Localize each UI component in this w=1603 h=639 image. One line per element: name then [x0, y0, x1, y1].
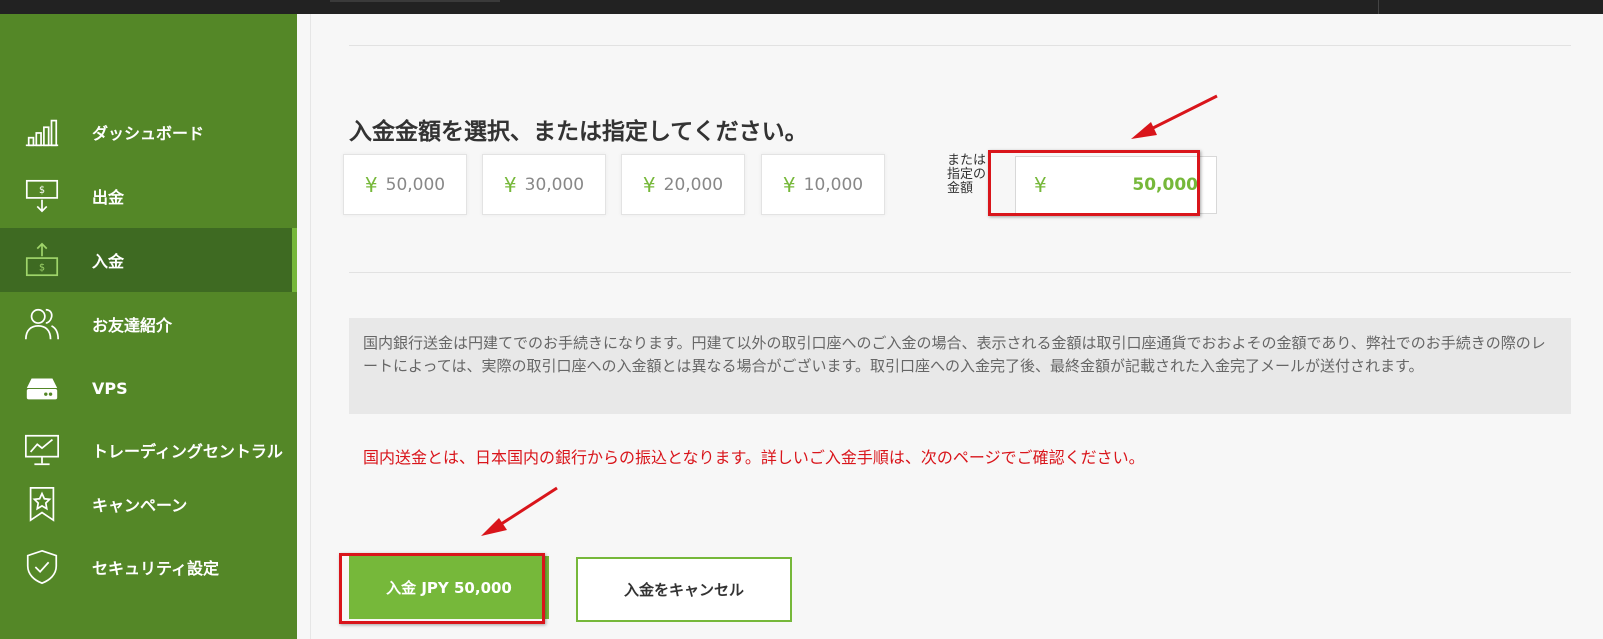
custom-amount-input[interactable]: [1046, 175, 1198, 195]
preset-amount-value: 50,000: [385, 174, 446, 195]
sidebar-item-label: キャンペーン: [92, 496, 188, 515]
svg-text:$: $: [39, 262, 45, 273]
sidebar-item-withdraw[interactable]: $ 出金: [0, 164, 297, 228]
preset-amount-50000[interactable]: ¥ 50,000: [343, 154, 467, 215]
shield-check-icon: [22, 547, 62, 587]
users-icon: [22, 304, 62, 344]
top-bar: [0, 0, 1603, 14]
deposit-panel: 入金金額を選択、または指定してください。 ¥ 50,000 ¥ 30,000 ¥…: [297, 14, 1603, 639]
domestic-transfer-note: 国内送金とは、日本国内の銀行からの振込となります。詳しいご入金手順は、次のページ…: [363, 448, 1145, 467]
deposit-icon: $: [22, 240, 62, 280]
sidebar-item-label: ダッシュボード: [92, 124, 205, 143]
sidebar-item-label: トレーディングセントラル: [92, 442, 283, 461]
server-icon: [22, 368, 62, 408]
yen-icon: ¥: [364, 172, 378, 197]
custom-amount-label: または指定の金額: [947, 153, 987, 196]
deposit-submit-button[interactable]: 入金 JPY 50,000: [349, 556, 549, 619]
monitor-chart-icon: [22, 430, 62, 470]
preset-amount-value: 10,000: [803, 174, 864, 195]
sidebar: ダッシュボード $ 出金 $ 入金 お友達紹介 VPS トレーディングセントラル…: [0, 14, 297, 639]
sidebar-item-label: 入金: [92, 252, 125, 271]
page-title: 入金金額を選択、または指定してください。: [349, 119, 808, 145]
annotation-arrow-icon: [481, 486, 558, 536]
sidebar-item-dashboard[interactable]: ダッシュボード: [0, 100, 297, 164]
yen-icon: ¥: [503, 172, 517, 197]
preset-amount-30000[interactable]: ¥ 30,000: [482, 154, 606, 215]
preset-amount-value: 20,000: [663, 174, 724, 195]
cancel-deposit-button[interactable]: 入金をキャンセル: [576, 557, 792, 622]
top-bar-divider: [1378, 0, 1379, 14]
yen-icon: ¥: [782, 172, 796, 197]
yen-icon: ¥: [642, 172, 656, 197]
sidebar-item-label: 出金: [92, 188, 125, 207]
sidebar-item-label: お友達紹介: [92, 316, 173, 335]
notice-box: 国内銀行送金は円建てでのお手続きになります。円建て以外の取引口座へのご入金の場合…: [349, 318, 1571, 414]
sidebar-item-campaign[interactable]: キャンペーン: [0, 472, 297, 536]
svg-text:$: $: [39, 185, 45, 196]
preset-amount-20000[interactable]: ¥ 20,000: [621, 154, 745, 215]
divider: [349, 272, 1571, 273]
bar-chart-icon: [22, 112, 62, 152]
bookmark-star-icon: [22, 484, 62, 524]
yen-icon: ¥: [1034, 173, 1047, 197]
annotation-arrow-icon: [1131, 94, 1218, 139]
withdraw-icon: $: [22, 176, 62, 216]
preset-amount-10000[interactable]: ¥ 10,000: [761, 154, 885, 215]
top-bar-segment: [330, 0, 500, 2]
sidebar-item-deposit[interactable]: $ 入金: [0, 228, 297, 292]
sidebar-item-label: VPS: [92, 378, 128, 398]
divider: [349, 45, 1571, 46]
sidebar-item-security[interactable]: セキュリティ設定: [0, 535, 297, 599]
preset-amount-value: 30,000: [524, 174, 585, 195]
sidebar-item-vps[interactable]: VPS: [0, 356, 297, 420]
sidebar-item-referral[interactable]: お友達紹介: [0, 292, 297, 356]
custom-amount-field[interactable]: ¥: [1015, 156, 1217, 214]
sidebar-item-label: セキュリティ設定: [92, 559, 220, 578]
